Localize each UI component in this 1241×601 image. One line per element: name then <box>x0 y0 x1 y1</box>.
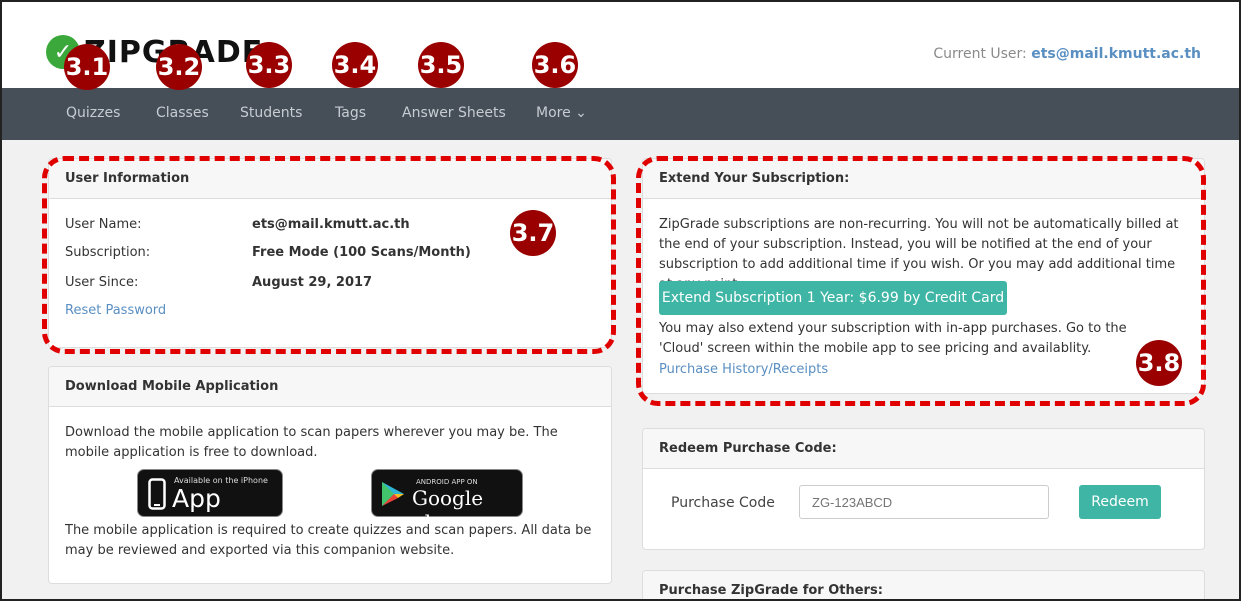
download-text: Download the mobile application to scan … <box>65 425 558 460</box>
nav-more[interactable]: More ⌄ <box>536 105 587 121</box>
panel-title: Purchase ZipGrade for Others: <box>643 571 1204 599</box>
annotation-badge: 3.5 <box>418 42 464 88</box>
iphone-icon <box>148 478 166 510</box>
current-user-label: Current User: <box>933 46 1027 62</box>
annotation-badge: 3.7 <box>510 210 556 256</box>
nav-answer-sheets[interactable]: Answer Sheets <box>402 105 506 121</box>
nav-tags[interactable]: Tags <box>335 105 366 121</box>
highlight-frame <box>636 156 1206 406</box>
app-frame: ✓ ZIPGRADE Current User: ets@mail.kmutt.… <box>0 0 1241 601</box>
requirement-text: The mobile application is required to cr… <box>65 523 592 558</box>
current-user: Current User: ets@mail.kmutt.ac.th <box>933 46 1201 62</box>
download-panel: Download Mobile Application Download the… <box>48 366 612 584</box>
google-play-icon <box>382 482 404 506</box>
annotation-badge: 3.6 <box>532 42 578 88</box>
annotation-badge: 3.3 <box>246 42 292 88</box>
nav-students[interactable]: Students <box>240 105 302 121</box>
redeem-panel: Redeem Purchase Code: Purchase Code Rede… <box>642 428 1205 550</box>
current-user-value: ets@mail.kmutt.ac.th <box>1031 46 1201 62</box>
annotation-badge: 3.2 <box>156 44 202 90</box>
panel-title: Download Mobile Application <box>49 367 611 407</box>
purchase-others-panel: Purchase ZipGrade for Others: <box>642 570 1205 599</box>
annotation-badge: 3.8 <box>1136 340 1182 386</box>
app-store-badge[interactable]: Available on the iPhone App Store <box>137 469 283 542</box>
google-play-small-text: ANDROID APP ON <box>416 478 478 486</box>
nav-classes[interactable]: Classes <box>156 105 209 121</box>
top-nav: Quizzes Classes Students Tags Answer She… <box>2 88 1239 140</box>
panel-title: Redeem Purchase Code: <box>643 429 1204 469</box>
purchase-code-input[interactable] <box>799 485 1049 519</box>
nav-quizzes[interactable]: Quizzes <box>66 105 120 121</box>
purchase-code-label: Purchase Code <box>671 495 775 511</box>
redeem-button[interactable]: Redeem <box>1079 485 1161 519</box>
annotation-badge: 3.1 <box>64 44 110 90</box>
annotation-badge: 3.4 <box>332 42 378 88</box>
google-play-badge[interactable]: ANDROID APP ON Google play <box>371 469 523 534</box>
